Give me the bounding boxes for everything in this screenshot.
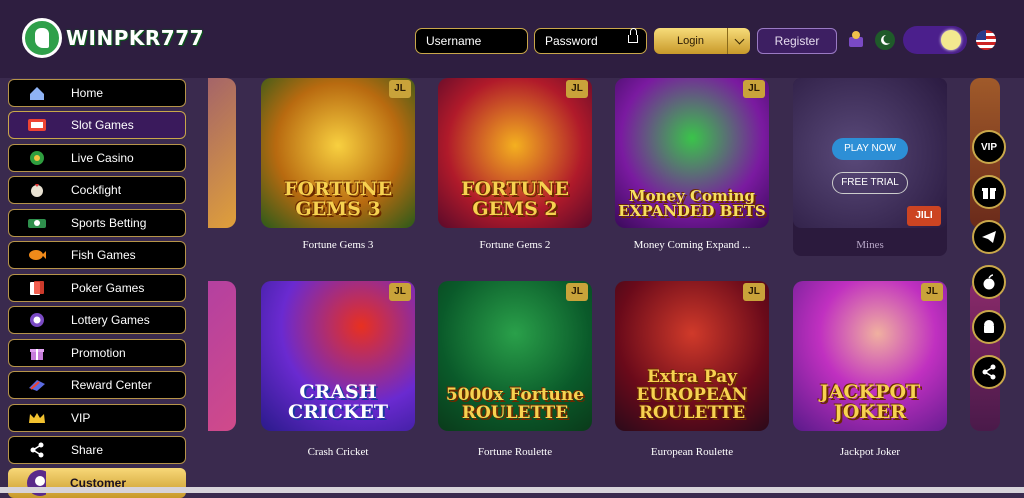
username-input[interactable]: Username: [415, 28, 528, 54]
sidebar-item-cockfight[interactable]: Cockfight: [8, 176, 186, 204]
apple-icon[interactable]: [972, 265, 1006, 299]
game-title[interactable]: Fortune Gems 3: [261, 239, 415, 251]
sports-icon: [27, 214, 47, 232]
slot-machine-icon: [27, 116, 47, 134]
sidebar-item-live-casino[interactable]: Live Casino: [8, 144, 186, 172]
bottom-strip: [0, 487, 1024, 493]
logo-text: WINPKR777: [66, 26, 205, 50]
share-icon: [27, 441, 47, 459]
login-button[interactable]: Login: [654, 28, 750, 54]
vip-icon[interactable]: VIP: [972, 130, 1006, 164]
sidebar-item-lottery-games[interactable]: Lottery Games: [8, 306, 186, 334]
game-art-title: JACKPOT JOKER: [819, 381, 921, 424]
sidebar-item-fish-games[interactable]: Fish Games: [8, 241, 186, 269]
provider-badge: JL: [743, 80, 765, 98]
sidebar-item-poker-games[interactable]: Poker Games: [8, 274, 186, 302]
share-icon[interactable]: [972, 355, 1006, 389]
game-card-mines[interactable]: PLAY NOW FREE TRIAL JILI Mines: [793, 78, 947, 256]
sidebar-item-home[interactable]: Home: [8, 79, 186, 107]
logo[interactable]: WINPKR777: [22, 18, 204, 58]
sidebar-item-customer[interactable]: Customer: [8, 468, 186, 498]
game-title[interactable]: Mines: [793, 239, 947, 251]
sidebar-item-slot-games[interactable]: Slot Games: [8, 111, 186, 139]
us-flag-icon[interactable]: [976, 30, 996, 50]
register-button[interactable]: Register: [757, 28, 837, 54]
game-grid: JL FORTUNE GEMS 3 Fortune Gems 3 JL FORT…: [208, 78, 1000, 493]
theme-toggle[interactable]: [903, 26, 967, 54]
provider-badge: JL: [743, 283, 765, 301]
game-title[interactable]: Money Coming Expand ...: [615, 239, 769, 251]
provider-badge: JL: [566, 80, 588, 98]
cards-icon: [27, 279, 47, 297]
game-art-title: Money Coming EXPANDED BETS: [618, 186, 766, 221]
sidebar-item-sports-betting[interactable]: Sports Betting: [8, 209, 186, 237]
roulette-icon: [27, 149, 47, 167]
play-now-button[interactable]: PLAY NOW: [832, 138, 908, 160]
crown-icon: [27, 409, 47, 427]
sidebar-item-share[interactable]: Share: [8, 436, 186, 464]
game-card-jackpot-joker[interactable]: JL JACKPOT JOKER: [793, 281, 947, 431]
provider-badge: JL: [389, 283, 411, 301]
provider-badge: JL: [389, 80, 411, 98]
game-title[interactable]: Fortune Roulette: [438, 446, 592, 458]
sidebar-item-reward-center[interactable]: Reward Center: [8, 371, 186, 399]
game-art-title: CRASH CRICKET: [287, 381, 389, 424]
home-icon: [27, 84, 47, 102]
chevron-down-icon[interactable]: [727, 28, 750, 54]
game-card-fortune-gems-3[interactable]: JL FORTUNE GEMS 3: [261, 78, 415, 228]
reward-icon: [27, 376, 47, 394]
telegram-icon[interactable]: [972, 220, 1006, 254]
rooster-icon: [27, 181, 47, 199]
game-card-crash-cricket[interactable]: JL CRASH CRICKET: [261, 281, 415, 431]
game-card-partial[interactable]: [208, 281, 236, 431]
android-icon[interactable]: [972, 310, 1006, 344]
provider-logo: JILI: [907, 206, 941, 226]
notification-icon[interactable]: [845, 29, 867, 51]
gift-icon: [27, 344, 47, 362]
game-art-title: FORTUNE GEMS 2: [460, 178, 570, 221]
header: WINPKR777 Username Password Login Regist…: [0, 0, 1024, 78]
game-card-european-roulette[interactable]: JL Extra Pay EUROPEAN ROULETTE: [615, 281, 769, 431]
pakistan-flag-icon[interactable]: [874, 29, 896, 51]
game-card-money-coming[interactable]: JL Money Coming EXPANDED BETS: [615, 78, 769, 228]
game-title[interactable]: Fortune Gems 2: [438, 239, 592, 251]
sidebar-item-vip[interactable]: VIP: [8, 404, 186, 432]
game-card-fortune-gems-2[interactable]: JL FORTUNE GEMS 2: [438, 78, 592, 228]
fish-icon: [27, 246, 47, 264]
game-card-partial[interactable]: [208, 78, 236, 228]
free-trial-button[interactable]: FREE TRIAL: [832, 172, 908, 194]
logo-icon: [22, 18, 62, 58]
sidebar-item-promotion[interactable]: Promotion: [8, 339, 186, 367]
game-title[interactable]: Crash Cricket: [261, 446, 415, 458]
provider-badge: JL: [921, 283, 943, 301]
lock-icon: [628, 28, 638, 43]
game-title[interactable]: Jackpot Joker: [793, 446, 947, 458]
game-art-title: FORTUNE GEMS 3: [283, 178, 393, 221]
provider-badge: JL: [566, 283, 588, 301]
game-title[interactable]: European Roulette: [615, 446, 769, 458]
gift-icon[interactable]: [972, 175, 1006, 209]
game-card-fortune-roulette[interactable]: JL 5000x Fortune ROULETTE: [438, 281, 592, 431]
lottery-ball-icon: [27, 311, 47, 329]
game-art-title: 5000x Fortune ROULETTE: [445, 385, 585, 424]
game-art-title: Extra Pay EUROPEAN ROULETTE: [636, 367, 748, 424]
toggle-knob: [941, 30, 961, 50]
password-input[interactable]: Password: [534, 28, 647, 54]
